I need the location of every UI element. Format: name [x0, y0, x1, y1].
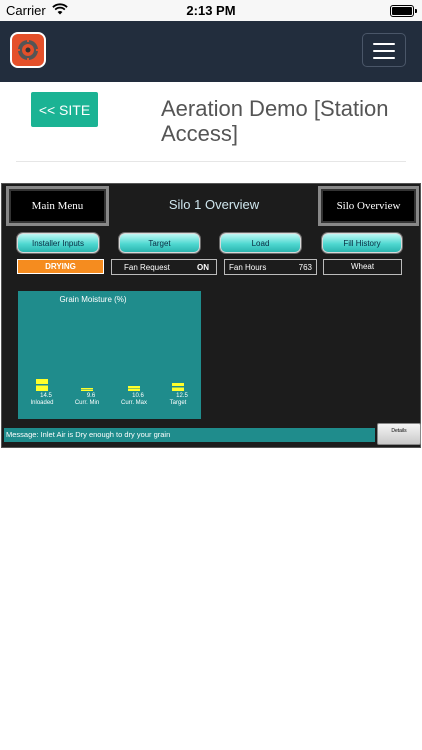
tab-installer-inputs[interactable]: Installer Inputs — [17, 233, 99, 253]
tab-load[interactable]: Load — [220, 233, 301, 253]
navbar — [0, 21, 422, 82]
status-badge: DRYING — [17, 259, 104, 274]
silo-title: Silo 1 Overview — [168, 197, 260, 212]
moisture-bar — [36, 379, 48, 391]
status-bar: Carrier 2:13 PM — [0, 0, 422, 21]
hamburger-icon — [373, 43, 395, 45]
grain-type-field: Wheat — [323, 259, 402, 275]
grain-moisture-chart: Grain Moisture (%) 14.5 Inloaded 9.6 Curr. … — [18, 291, 201, 419]
fan-hours-value: 763 — [298, 263, 312, 272]
moisture-value: 14.5 — [40, 393, 52, 399]
moisture-label: Target — [169, 400, 187, 406]
app-logo-icon[interactable] — [10, 32, 46, 68]
moisture-value: 12.5 — [176, 393, 188, 399]
fan-hours-label: Fan Hours — [229, 263, 267, 272]
tab-target[interactable]: Target — [119, 233, 200, 253]
back-to-site-button[interactable]: << SITE — [31, 92, 98, 127]
details-button[interactable]: Details — [377, 423, 421, 445]
silo-panel: Main Menu Silo 1 Overview Silo Overview … — [1, 183, 421, 448]
moisture-value: 9.6 — [86, 393, 96, 399]
fan-request-field: Fan Request ON — [111, 259, 217, 275]
grain-moisture-title: Grain Moisture (%) — [59, 295, 127, 304]
fan-request-value: ON — [197, 263, 209, 272]
moisture-value: 10.6 — [132, 393, 144, 399]
hamburger-icon — [373, 57, 395, 59]
page-title: Aeration Demo [Station Access] — [161, 96, 389, 146]
moisture-bar — [81, 388, 93, 391]
menu-toggle-button[interactable] — [362, 33, 406, 67]
moisture-label: Inloaded — [30, 400, 54, 406]
moisture-label: Curr. Max — [120, 400, 147, 406]
main-menu-button[interactable]: Main Menu — [6, 186, 109, 226]
moisture-label: Curr. Min — [74, 400, 100, 406]
battery-icon — [390, 5, 417, 17]
divider — [16, 161, 406, 162]
message-bar: Message: Inlet Air is Dry enough to dry … — [4, 428, 375, 442]
tab-fill-history[interactable]: Fill History — [322, 233, 402, 253]
fan-request-label: Fan Request — [124, 263, 170, 272]
hamburger-icon — [373, 50, 395, 52]
fan-hours-field: Fan Hours 763 — [224, 259, 317, 275]
silo-overview-button[interactable]: Silo Overview — [318, 186, 419, 226]
moisture-bar — [172, 383, 184, 391]
clock: 2:13 PM — [186, 3, 236, 18]
moisture-bar — [128, 386, 140, 391]
